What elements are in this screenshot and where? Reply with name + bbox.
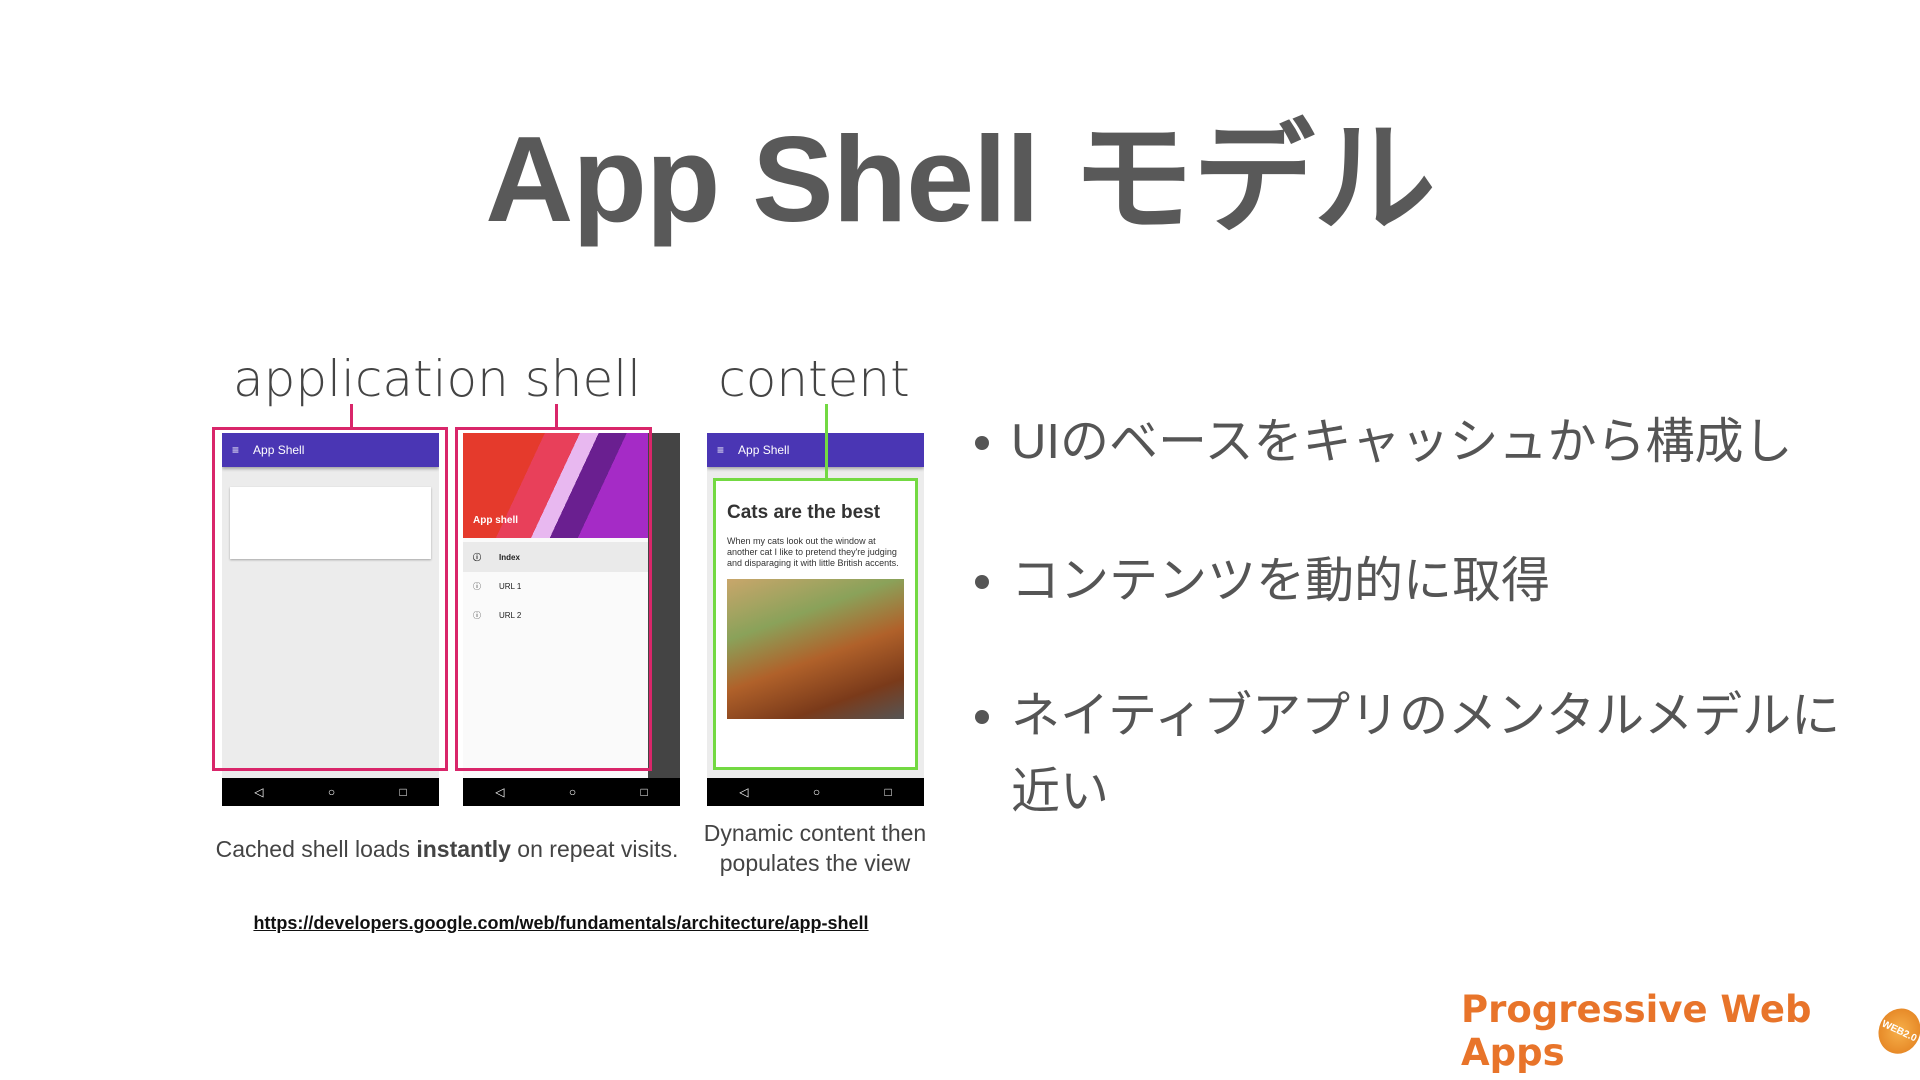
back-icon: ◁	[254, 785, 264, 799]
android-nav-bar: ◁ ○ □	[222, 778, 439, 806]
recents-icon: □	[399, 785, 407, 799]
content-highlight-box	[713, 478, 918, 770]
content-label: content	[718, 350, 910, 408]
app-bar-title: App Shell	[738, 443, 790, 457]
bullet-dot	[975, 436, 989, 450]
web20-badge: WEB2.0	[1871, 1001, 1920, 1061]
android-nav-bar: ◁ ○ □	[463, 778, 680, 806]
bullet-item: ネイティブアプリのメンタルメデルに近い	[975, 678, 1875, 830]
shell-caption: Cached shell loads instantly on repeat v…	[215, 836, 679, 862]
logo-text: Progressive Web Apps	[1461, 988, 1812, 1074]
pwa-logo: Progressive Web Apps WEB2.0	[1461, 988, 1920, 1074]
bullet-item: コンテンツを動的に取得	[975, 543, 1895, 619]
recents-icon: □	[640, 785, 648, 799]
app-bar: ≡ App Shell	[707, 433, 924, 467]
bullet-dot	[975, 575, 989, 589]
source-link[interactable]: https://developers.google.com/web/fundam…	[0, 913, 1122, 934]
home-icon: ○	[568, 785, 577, 799]
bullet-item: UIのベースをキャッシュから構成し	[975, 404, 1895, 480]
back-icon: ◁	[739, 785, 749, 799]
shell-highlight-box	[455, 427, 652, 771]
recents-icon: □	[884, 785, 892, 799]
bullet-dot	[975, 710, 989, 724]
connector-line	[555, 404, 558, 428]
slide-title: App Shell モデル	[485, 111, 1435, 247]
shell-highlight-box	[212, 427, 448, 771]
home-icon: ○	[812, 785, 821, 799]
menu-icon: ≡	[717, 443, 725, 457]
android-nav-bar: ◁ ○ □	[707, 778, 924, 806]
home-icon: ○	[327, 785, 336, 799]
back-icon: ◁	[495, 785, 505, 799]
content-caption: Dynamic content then populates the view	[703, 820, 927, 876]
connector-line	[825, 404, 828, 479]
connector-line	[350, 404, 353, 428]
